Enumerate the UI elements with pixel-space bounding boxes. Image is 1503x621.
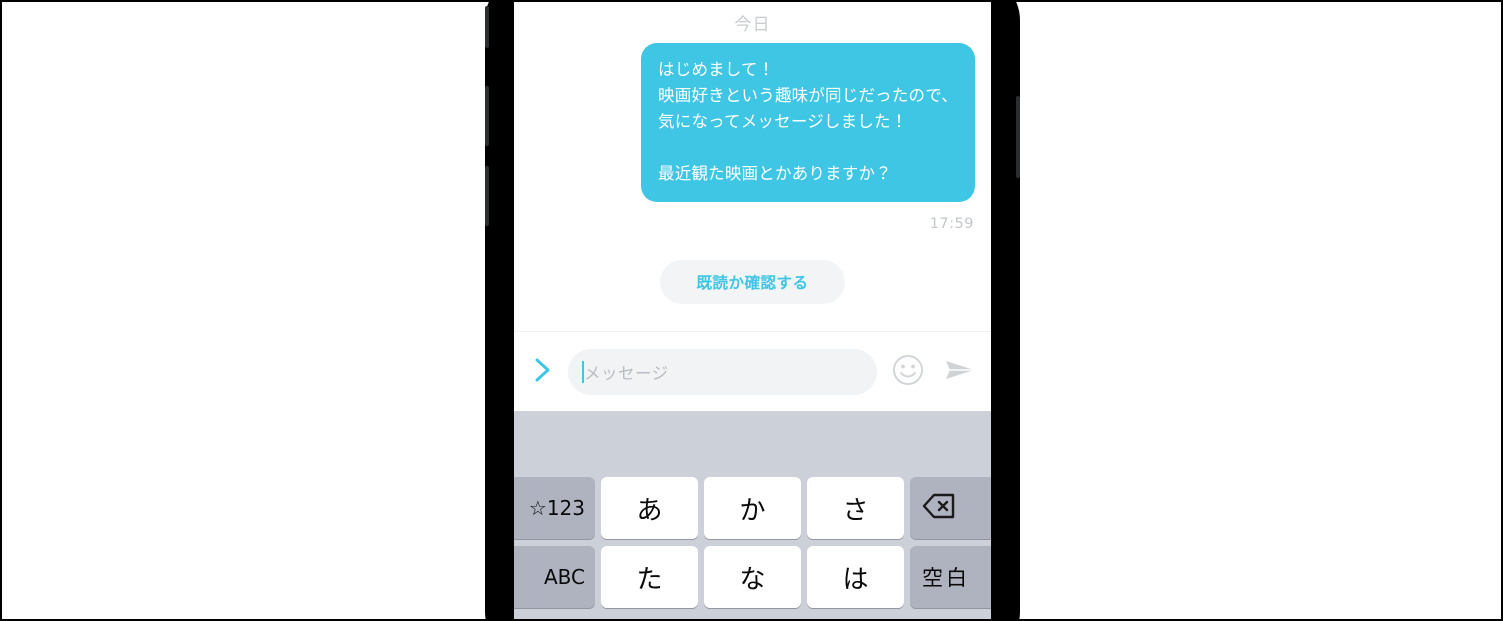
key-a[interactable]: あ: [601, 477, 698, 539]
keyboard-suggestion-bar[interactable]: [514, 411, 991, 477]
chevron-right-icon: [532, 355, 554, 389]
message-text-field[interactable]: メッセージ: [568, 348, 877, 395]
message-timestamp: 17:59: [929, 216, 974, 232]
key-sa[interactable]: さ: [807, 477, 904, 539]
software-keyboard: ☆123 あかさ ABC たなは空白: [514, 411, 991, 621]
keyboard-row: ABC たなは空白: [514, 546, 991, 608]
message-row-outgoing: はじめまして！ 映画好きという趣味が同じだったので、 気になってメッセージしまし…: [593, 43, 975, 202]
key-na[interactable]: な: [704, 546, 801, 608]
phone-device-frame: 今日 はじめまして！ 映画好きという趣味が同じだったので、 気になってメッセージ…: [485, 0, 1020, 621]
message-input-placeholder: メッセージ: [584, 363, 669, 383]
key-ha[interactable]: は: [807, 546, 904, 608]
phone-screen: 今日 はじめまして！ 映画好きという趣味が同じだったので、 気になってメッセージ…: [514, 0, 991, 621]
smiley-face-icon: [891, 353, 925, 391]
read-receipt-check-button[interactable]: 既読か確認する: [660, 260, 845, 304]
emoji-picker-button[interactable]: [887, 351, 929, 393]
read-check-container: 既読か確認する: [514, 260, 991, 304]
expand-toolbar-button[interactable]: [528, 352, 558, 392]
key-delete[interactable]: [910, 477, 991, 539]
send-message-button[interactable]: [939, 351, 981, 393]
keyboard-row: ☆123 あかさ: [514, 477, 991, 539]
chat-message-area: 今日 はじめまして！ 映画好きという趣味が同じだったので、 気になってメッセージ…: [514, 0, 991, 330]
key-ta[interactable]: た: [601, 546, 698, 608]
key-abc[interactable]: ABC: [514, 546, 595, 608]
volume-up-button[interactable]: [485, 86, 489, 146]
keyboard-key-rows: ☆123 あかさ ABC たなは空白: [514, 477, 991, 608]
power-button[interactable]: [1016, 96, 1020, 178]
volume-down-button[interactable]: [485, 166, 489, 226]
message-bubble-outgoing: はじめまして！ 映画好きという趣味が同じだったので、 気になってメッセージしまし…: [641, 43, 975, 202]
date-divider: 今日: [734, 15, 771, 35]
delete-backspace-icon: [922, 493, 956, 524]
silent-switch-button[interactable]: [485, 6, 489, 48]
key-space[interactable]: 空白: [910, 546, 991, 608]
send-paper-plane-icon: [943, 355, 977, 389]
key-ka[interactable]: か: [704, 477, 801, 539]
key-symbols-numbers[interactable]: ☆123: [514, 477, 595, 539]
message-input-bar: メッセージ: [514, 331, 991, 411]
